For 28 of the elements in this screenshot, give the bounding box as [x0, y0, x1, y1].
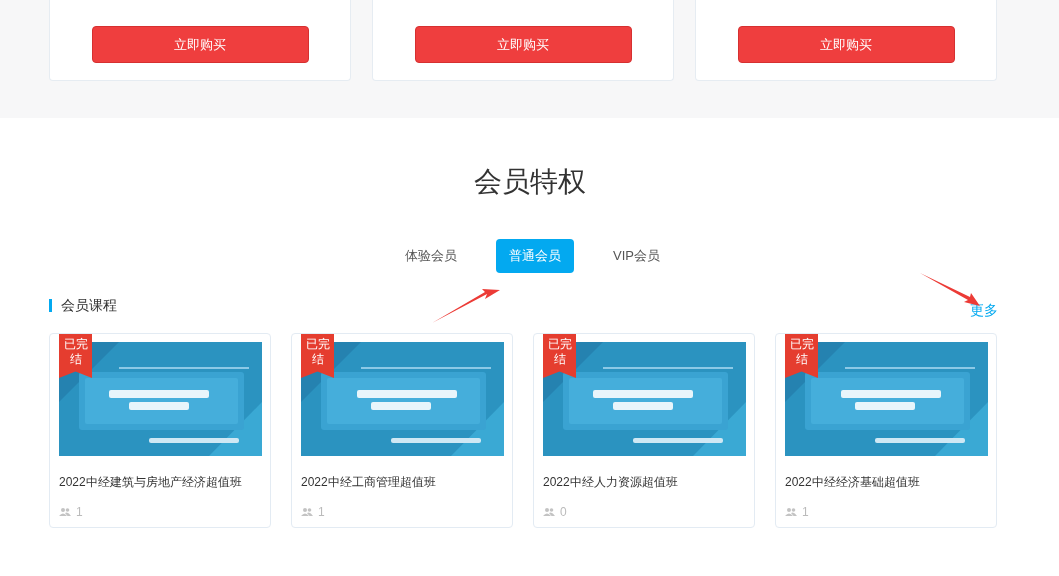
- users-icon: [59, 508, 71, 516]
- buy-button[interactable]: 立即购买: [414, 26, 632, 63]
- users-icon: [301, 508, 313, 516]
- course-card[interactable]: 已完结 2022中经人力资源超值班 0: [533, 333, 755, 528]
- section-heading: 会员课程: [61, 296, 117, 315]
- member-count: 1: [76, 504, 83, 521]
- course-card[interactable]: 已完结 2022中经工商管理超值班 1: [291, 333, 513, 528]
- accent-bar: [49, 299, 52, 312]
- course-title: 2022中经人力资源超值班: [543, 474, 679, 491]
- status-ribbon: 已完结: [59, 334, 92, 378]
- status-ribbon: 已完结: [785, 334, 818, 378]
- buy-button[interactable]: 立即购买: [91, 26, 309, 63]
- course-title: 2022中经工商管理超值班: [301, 474, 437, 491]
- membership-tab[interactable]: VIP会员: [600, 239, 673, 273]
- course-title: 2022中经建筑与房地产经济超值班: [59, 474, 243, 491]
- status-ribbon: 已完结: [543, 334, 576, 378]
- member-count: 1: [318, 504, 325, 521]
- users-icon: [543, 508, 555, 516]
- course-card[interactable]: 已完结 2022中经经济基础超值班 1: [775, 333, 997, 528]
- buy-button[interactable]: 立即购买: [737, 26, 955, 63]
- section-title: 会员特权: [473, 165, 586, 199]
- course-card[interactable]: 已完结 2022中经建筑与房地产经济超值班 1: [49, 333, 271, 528]
- users-icon: [785, 508, 797, 516]
- member-count: 1: [802, 504, 809, 521]
- course-title: 2022中经经济基础超值班: [785, 474, 921, 491]
- membership-tab[interactable]: 体验会员: [392, 239, 470, 273]
- status-ribbon: 已完结: [301, 334, 334, 378]
- member-count: 0: [560, 504, 567, 521]
